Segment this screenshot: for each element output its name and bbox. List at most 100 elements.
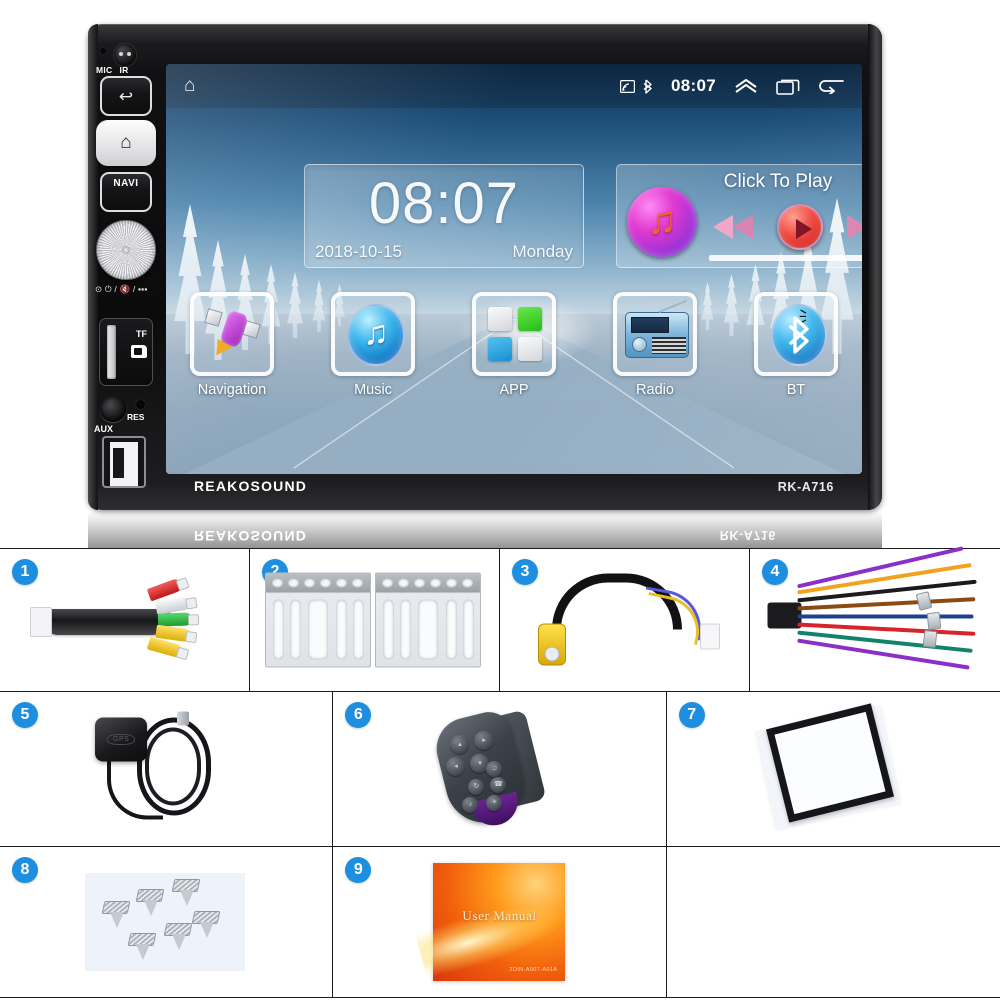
device-right-edge <box>868 24 882 510</box>
knob-function-icons: ⊙ ⏻ / 🔇 / ▪▪▪ <box>95 284 148 294</box>
car-stereo-device: MIC IR ↩ ⌂ NAVI ⊙ ⏻ / 🔇 / ▪▪▪ TF AUX RES… <box>88 24 882 881</box>
mic-label: MIC <box>96 65 113 75</box>
bluetooth-icon <box>643 78 652 94</box>
plastic-trim-frame-photo <box>667 692 1000 846</box>
mounting-screws-photo <box>0 847 332 997</box>
music-player-widget[interactable]: Click To Play <box>616 164 862 268</box>
volume-power-knob[interactable] <box>96 220 156 280</box>
status-indicator-icons <box>620 78 653 94</box>
cast-icon <box>620 79 636 93</box>
mic-ir-group: MIC IR <box>96 44 158 75</box>
accessory-cell-5: 5 <box>0 692 334 846</box>
accessory-cell-4: 4 <box>750 546 1000 691</box>
device-reflection: REAKOSOUND RK-A716 <box>88 512 882 550</box>
clock-widget-weekday: Monday <box>512 242 573 261</box>
accessory-cell-2: 2 <box>250 549 500 691</box>
hero-device-photo: MIC IR ↩ ⌂ NAVI ⊙ ⏻ / 🔇 / ▪▪▪ TF AUX RES… <box>0 0 1000 881</box>
rca-av-harness-photo <box>0 549 249 691</box>
reset-pinhole[interactable] <box>136 400 145 409</box>
clock-widget[interactable]: 08:07 2018-10-15 Monday <box>304 164 584 268</box>
tf-slot-opening <box>107 325 116 379</box>
radio-icon <box>625 299 692 358</box>
touchscreen[interactable]: ⌂ 08:07 08:07 2018-10-15 Monday Click To… <box>166 64 862 474</box>
accessory-row: 1 2 3 4 <box>0 546 1000 691</box>
app-apps-tile[interactable] <box>472 292 556 376</box>
memory-card-icon <box>131 345 147 358</box>
back-button[interactable]: ↩ <box>100 76 152 116</box>
status-home-icon[interactable]: ⌂ <box>184 75 195 97</box>
iso-power-wiring-harness-photo <box>750 546 1000 691</box>
previous-track-button[interactable] <box>709 215 757 239</box>
brand-name: REAKOSOUND <box>194 478 308 494</box>
usb-port[interactable] <box>102 436 146 881</box>
product-listing-image: MIC IR ↩ ⌂ NAVI ⊙ ⏻ / 🔇 / ▪▪▪ TF AUX RES… <box>0 0 1000 1000</box>
app-grid-icon <box>488 307 544 363</box>
music-transport-controls <box>709 203 862 251</box>
metal-mounting-brackets-photo <box>250 549 499 691</box>
music-progress-bar[interactable] <box>709 255 862 261</box>
app-music-label: Music <box>354 382 392 398</box>
reset-label: RES <box>127 412 145 422</box>
accessory-grid: 1 2 3 4 5 GPS 6 ▴ ▸ ◂ ▾ ♫ ↻ ☎ ♪ ☀ 7 8 9 … <box>0 546 1000 1000</box>
next-track-button[interactable] <box>843 215 862 239</box>
gps-antenna-photo <box>0 692 332 846</box>
accessory-cell-empty <box>666 847 1000 997</box>
usb-port-inner <box>110 442 138 486</box>
ir-receiver-icon <box>114 44 136 66</box>
status-clock: 08:07 <box>671 76 716 95</box>
app-radio-tile[interactable] <box>613 292 697 376</box>
user-manual-code: 2DIN-A007-A01A <box>509 967 558 973</box>
back-arrow-icon: ↩ <box>118 87 134 106</box>
app-dock: Navigation Music <box>180 292 848 442</box>
aux-label: AUX <box>94 424 114 434</box>
accessory-cell-1: 1 <box>0 549 250 691</box>
tf-label: TF <box>136 329 147 339</box>
accessory-cell-6: 6 ▴ ▸ ◂ ▾ ♫ ↻ ☎ ♪ ☀ <box>333 692 667 846</box>
play-button[interactable] <box>777 204 823 250</box>
app-apps-label: APP <box>499 382 529 398</box>
app-bluetooth-tile[interactable] <box>754 292 838 376</box>
music-note-icon <box>347 304 405 366</box>
navi-button-label: NAVI <box>113 178 139 189</box>
app-radio[interactable]: Radio <box>603 292 707 442</box>
app-apps[interactable]: APP <box>462 292 566 442</box>
aux-jack[interactable] <box>100 396 126 422</box>
ir-label: IR <box>119 65 129 75</box>
accessory-row: 5 6 ▴ ▸ ◂ <box>0 691 1000 846</box>
accessory-cell-8: 8 <box>0 847 334 997</box>
reflected-model-number: RK-A716 <box>719 528 776 542</box>
app-bluetooth-label: BT <box>786 382 806 398</box>
app-music[interactable]: Music <box>321 292 425 442</box>
navi-button[interactable]: NAVI <box>100 172 152 212</box>
microphone-hole-icon <box>100 48 106 54</box>
accessory-cell-9: 9 User Manual 2DIN-A007-A01A <box>333 847 667 997</box>
accessory-cell-3: 3 <box>500 549 750 691</box>
hardware-control-column: MIC IR ↩ ⌂ NAVI ⊙ ⏻ / 🔇 / ▪▪▪ TF AUX RES <box>94 32 160 881</box>
user-manual-photo: User Manual 2DIN-A007-A01A <box>333 847 665 997</box>
app-music-tile[interactable] <box>331 292 415 376</box>
bluetooth-icon <box>771 304 827 366</box>
model-number: RK-A716 <box>777 480 834 494</box>
user-manual-title: User Manual <box>462 907 537 923</box>
music-album-icon <box>627 187 697 257</box>
app-bluetooth[interactable]: BT <box>744 292 848 442</box>
recents-icon[interactable] <box>776 78 800 95</box>
status-back-icon[interactable] <box>818 78 844 94</box>
app-navigation[interactable]: Navigation <box>180 292 284 442</box>
chevron-up-icon[interactable] <box>734 78 758 94</box>
accessory-cell-7: 7 <box>666 692 1000 846</box>
app-navigation-tile[interactable] <box>190 292 274 376</box>
rear-camera-cable-photo <box>500 549 749 691</box>
status-bar: ⌂ 08:07 <box>166 64 862 108</box>
status-right-group: 08:07 <box>620 76 862 96</box>
home-button[interactable]: ⌂ <box>96 120 156 166</box>
app-navigation-label: Navigation <box>197 382 267 398</box>
tf-card-slot[interactable]: TF <box>99 318 153 386</box>
bluetooth-glyph-icon <box>789 316 809 354</box>
satellite-icon <box>204 306 262 362</box>
accessory-row: 8 9 User Manual 2DIN-A007-A01A <box>0 846 1000 998</box>
steering-wheel-remote-photo: ▴ ▸ ◂ ▾ ♫ ↻ ☎ ♪ ☀ <box>333 692 665 846</box>
house-icon: ⌂ <box>120 132 132 153</box>
clock-widget-date: 2018-10-15 <box>315 242 402 261</box>
device-brand-bar: REAKOSOUND RK-A716 <box>166 476 862 502</box>
